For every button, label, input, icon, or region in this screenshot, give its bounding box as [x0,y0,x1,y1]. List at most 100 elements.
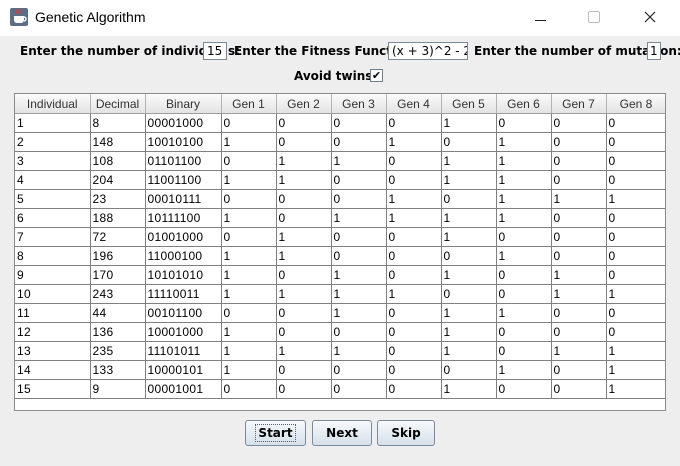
table-cell[interactable]: 108 [90,151,146,171]
column-header[interactable]: Gen 4 [386,94,442,114]
table-cell[interactable]: 8 [15,246,91,266]
minimize-button[interactable] [517,0,563,34]
table-cell[interactable]: 1 [331,303,387,323]
table-cell[interactable]: 0 [496,265,552,285]
column-header[interactable]: Gen 8 [606,94,665,114]
individuals-input[interactable]: 15 [203,42,227,60]
table-cell[interactable]: 1 [441,208,497,228]
table-cell[interactable]: 1 [386,189,442,209]
table-cell[interactable]: 0 [606,170,665,190]
table-cell[interactable]: 1 [331,151,387,171]
population-table[interactable]: Individual Decimal Binary Gen 1 Gen 2 Gen 3 Ge… [14,93,666,411]
table-cell[interactable]: 1 [221,265,277,285]
table-cell[interactable]: 1 [441,322,497,342]
table-cell[interactable]: 0 [386,379,442,399]
table-cell[interactable]: 0 [496,284,552,304]
table-cell[interactable]: 0 [551,379,607,399]
table-cell[interactable]: 1 [551,341,607,361]
table-cell[interactable]: 0 [221,151,277,171]
table-cell[interactable]: 10101010 [145,265,222,285]
table-cell[interactable]: 1 [276,151,332,171]
table-cell[interactable]: 0 [221,303,277,323]
table-cell[interactable]: 0 [276,208,332,228]
table-cell[interactable]: 00001000 [145,113,222,133]
table-cell[interactable]: 0 [386,246,442,266]
table-cell[interactable]: 1 [386,208,442,228]
table-cell[interactable]: 0 [386,265,442,285]
table-cell[interactable]: 1 [441,265,497,285]
table-row[interactable]: 11 44 00101100 0 0 1 0 1 1 0 0 [15,303,665,323]
table-cell[interactable]: 0 [276,379,332,399]
table-cell[interactable]: 0 [386,303,442,323]
table-cell[interactable]: 1 [496,151,552,171]
table-cell[interactable]: 0 [551,151,607,171]
table-cell[interactable]: 0 [331,189,387,209]
column-header[interactable]: Gen 7 [551,94,607,114]
table-cell[interactable]: 11101011 [145,341,222,361]
table-cell[interactable]: 1 [276,284,332,304]
table-cell[interactable]: 188 [90,208,146,228]
table-row[interactable]: 5 23 00010111 0 0 0 1 0 1 1 1 [15,189,665,209]
start-button[interactable]: Start [245,420,306,446]
table-cell[interactable]: 0 [276,303,332,323]
table-cell[interactable]: 1 [15,113,91,133]
table-cell[interactable]: 1 [606,379,665,399]
table-cell[interactable]: 1 [331,208,387,228]
table-cell[interactable]: 0 [441,284,497,304]
table-cell[interactable]: 1 [221,132,277,152]
table-cell[interactable]: 8 [90,113,146,133]
table-cell[interactable]: 0 [496,227,552,247]
table-cell[interactable]: 0 [276,113,332,133]
table-cell[interactable]: 72 [90,227,146,247]
table-cell[interactable]: 10001000 [145,322,222,342]
table-cell[interactable]: 1 [386,132,442,152]
column-header[interactable]: Binary [145,94,222,114]
table-cell[interactable]: 0 [221,113,277,133]
table-cell[interactable]: 1 [276,246,332,266]
column-header[interactable]: Individual [15,94,91,114]
table-cell[interactable]: 136 [90,322,146,342]
table-cell[interactable]: 0 [386,227,442,247]
table-row[interactable]: 15 9 00001001 0 0 0 0 1 0 0 1 [15,379,665,399]
table-cell[interactable]: 1 [441,379,497,399]
table-cell[interactable]: 1 [221,246,277,266]
table-cell[interactable]: 0 [331,360,387,380]
table-cell[interactable]: 0 [496,322,552,342]
table-cell[interactable]: 6 [15,208,91,228]
table-row[interactable]: 12 136 10001000 1 0 0 0 1 0 0 0 [15,322,665,342]
table-cell[interactable]: 1 [496,360,552,380]
table-cell[interactable]: 0 [551,322,607,342]
table-cell[interactable]: 0 [331,227,387,247]
table-cell[interactable]: 0 [606,113,665,133]
table-cell[interactable]: 1 [221,284,277,304]
table-cell[interactable]: 235 [90,341,146,361]
table-cell[interactable]: 0 [276,265,332,285]
table-cell[interactable]: 0 [496,341,552,361]
table-cell[interactable]: 10010100 [145,132,222,152]
table-cell[interactable]: 0 [331,246,387,266]
table-cell[interactable]: 0 [606,208,665,228]
table-cell[interactable]: 1 [551,265,607,285]
table-row[interactable]: 9 170 10101010 1 0 1 0 1 0 1 0 [15,265,665,285]
table-row[interactable]: 6 188 10111100 1 0 1 1 1 1 0 0 [15,208,665,228]
column-header[interactable]: Gen 3 [331,94,387,114]
avoid-twins-checkbox[interactable]: ✔ [370,69,383,82]
table-cell[interactable]: 1 [496,208,552,228]
table-cell[interactable]: 0 [276,132,332,152]
table-cell[interactable]: 0 [551,360,607,380]
table-cell[interactable]: 12 [15,322,91,342]
table-cell[interactable]: 0 [551,170,607,190]
table-cell[interactable]: 0 [331,379,387,399]
table-cell[interactable]: 44 [90,303,146,323]
table-cell[interactable]: 0 [386,341,442,361]
column-header[interactable]: Decimal [90,94,146,114]
table-cell[interactable]: 1 [221,360,277,380]
table-cell[interactable]: 11000100 [145,246,222,266]
table-cell[interactable]: 11001100 [145,170,222,190]
table-row[interactable]: 7 72 01001000 0 1 0 0 1 0 0 0 [15,227,665,247]
table-cell[interactable]: 243 [90,284,146,304]
table-row[interactable]: 4 204 11001100 1 1 0 0 1 1 0 0 [15,170,665,190]
table-cell[interactable]: 9 [90,379,146,399]
table-cell[interactable]: 0 [386,151,442,171]
table-cell[interactable]: 4 [15,170,91,190]
